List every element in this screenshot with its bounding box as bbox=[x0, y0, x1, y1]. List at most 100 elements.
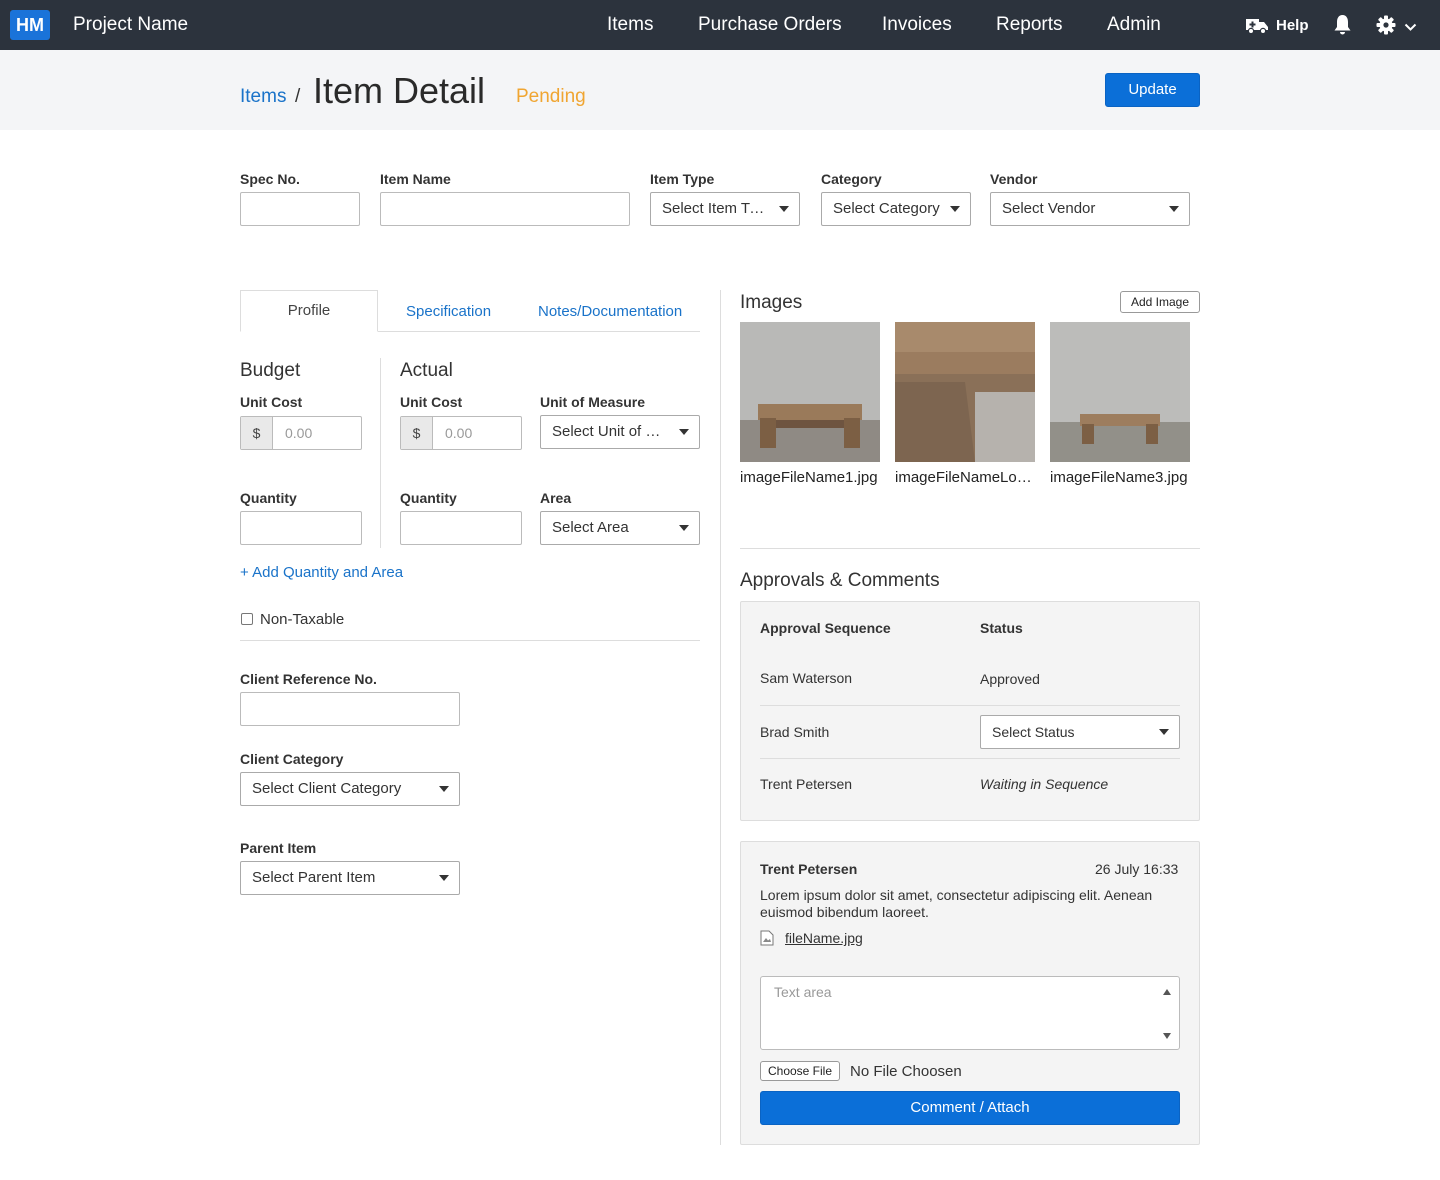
client-reference-label: Client Reference No. bbox=[240, 671, 377, 687]
non-taxable-checkbox[interactable] bbox=[241, 613, 253, 625]
client-reference-input[interactable] bbox=[240, 692, 460, 726]
approval-status-select[interactable]: Select Status bbox=[980, 715, 1180, 749]
item-name-input[interactable] bbox=[380, 192, 630, 226]
caret-down-icon bbox=[1159, 729, 1169, 735]
caret-down-icon bbox=[950, 206, 960, 212]
image-filename: imageFileName3.jpg bbox=[1050, 469, 1188, 486]
non-taxable-label: Non-Taxable bbox=[260, 611, 345, 628]
caret-down-icon bbox=[1169, 206, 1179, 212]
add-image-button[interactable]: Add Image bbox=[1120, 291, 1200, 313]
gear-icon[interactable] bbox=[1376, 15, 1396, 38]
parent-item-value: Select Parent Item bbox=[252, 869, 376, 886]
caret-down-icon bbox=[439, 875, 449, 881]
image-thumbnail[interactable] bbox=[740, 322, 880, 462]
nav-item-purchase-orders[interactable]: Purchase Orders bbox=[698, 14, 842, 36]
unit-of-measure-value: Select Unit of Me... bbox=[552, 423, 679, 440]
actual-heading: Actual bbox=[400, 360, 453, 381]
image-filename: imageFileNameLon... bbox=[895, 469, 1035, 486]
area-value: Select Area bbox=[552, 519, 629, 536]
image-filename: imageFileName1.jpg bbox=[740, 469, 878, 486]
item-name-label: Item Name bbox=[380, 171, 451, 187]
nav-item-reports[interactable]: Reports bbox=[996, 14, 1063, 36]
nav-item-items[interactable]: Items bbox=[607, 14, 653, 36]
approver-name: Trent Petersen bbox=[760, 776, 853, 792]
ambulance-icon[interactable] bbox=[1245, 15, 1269, 38]
client-category-select[interactable]: Select Client Category bbox=[240, 772, 460, 806]
unit-of-measure-label: Unit of Measure bbox=[540, 394, 646, 410]
actual-unit-cost-input[interactable]: $ 0.00 bbox=[400, 416, 522, 450]
breadcrumb-items[interactable]: Items bbox=[240, 86, 286, 108]
comment-textarea[interactable]: Text area bbox=[760, 976, 1180, 1050]
column-divider bbox=[720, 290, 721, 1145]
tab-specification[interactable]: Specification bbox=[406, 303, 491, 320]
spec-no-label: Spec No. bbox=[240, 171, 300, 187]
textarea-placeholder: Text area bbox=[774, 984, 832, 1000]
approver-name: Sam Waterson bbox=[760, 670, 853, 686]
images-heading: Images bbox=[740, 292, 803, 313]
nav-item-admin[interactable]: Admin bbox=[1107, 14, 1161, 36]
attachment-link[interactable]: fileName.jpg bbox=[785, 930, 863, 946]
approval-status: Approved bbox=[980, 671, 1040, 687]
scroll-down-icon[interactable] bbox=[1163, 1033, 1171, 1039]
caret-down-icon bbox=[679, 429, 689, 435]
budget-unit-cost-input[interactable]: $ 0.00 bbox=[240, 416, 362, 450]
approval-sequence-header: Approval Sequence bbox=[760, 620, 891, 636]
actual-quantity-input[interactable] bbox=[400, 511, 522, 545]
top-navigation-bar: HM Project Name Items Purchase Orders In… bbox=[0, 0, 1440, 50]
nav-item-invoices[interactable]: Invoices bbox=[882, 14, 952, 36]
add-quantity-area-link[interactable]: + Add Quantity and Area bbox=[240, 564, 403, 581]
image-file-icon bbox=[760, 930, 774, 949]
unit-of-measure-select[interactable]: Select Unit of Me... bbox=[540, 415, 700, 449]
budget-heading: Budget bbox=[240, 360, 301, 381]
chevron-down-icon[interactable] bbox=[1404, 19, 1417, 35]
approval-status: Waiting in Sequence bbox=[980, 776, 1109, 792]
vendor-value: Select Vendor bbox=[1002, 200, 1096, 217]
page-title: Item Detail bbox=[313, 70, 486, 111]
comment-timestamp: 26 July 16:33 bbox=[1095, 861, 1179, 877]
client-category-label: Client Category bbox=[240, 751, 344, 767]
caret-down-icon bbox=[779, 206, 789, 212]
category-value: Select Category bbox=[833, 200, 940, 217]
budget-quantity-label: Quantity bbox=[240, 490, 297, 506]
vendor-select[interactable]: Select Vendor bbox=[990, 192, 1190, 226]
status-badge: Pending bbox=[516, 86, 586, 107]
row-divider bbox=[760, 758, 1180, 759]
approval-status-value: Select Status bbox=[992, 724, 1075, 740]
caret-down-icon bbox=[439, 786, 449, 792]
item-type-value: Select Item Type bbox=[662, 200, 774, 217]
budget-unit-cost-label: Unit Cost bbox=[240, 394, 303, 410]
app-logo[interactable]: HM bbox=[10, 10, 50, 40]
parent-item-label: Parent Item bbox=[240, 840, 317, 856]
item-type-label: Item Type bbox=[650, 171, 715, 187]
help-link[interactable]: Help bbox=[1276, 17, 1309, 34]
tab-profile[interactable]: Profile bbox=[240, 290, 378, 332]
comment-author: Trent Petersen bbox=[760, 861, 858, 877]
page-header bbox=[0, 50, 1440, 130]
spec-no-input[interactable] bbox=[240, 192, 360, 226]
approval-status-header: Status bbox=[980, 620, 1023, 636]
item-type-select[interactable]: Select Item Type bbox=[650, 192, 800, 226]
image-thumbnail[interactable] bbox=[1050, 322, 1190, 462]
client-category-value: Select Client Category bbox=[252, 780, 402, 797]
comment-body: Lorem ipsum dolor sit amet, consectetur … bbox=[760, 887, 1153, 920]
budget-quantity-input[interactable] bbox=[240, 511, 362, 545]
budget-actual-divider bbox=[380, 358, 381, 548]
update-button[interactable]: Update bbox=[1105, 73, 1200, 107]
actual-unit-cost-placeholder: 0.00 bbox=[445, 425, 473, 441]
comment-attach-button[interactable]: Comment / Attach bbox=[760, 1091, 1180, 1125]
images-divider bbox=[740, 548, 1200, 549]
area-label: Area bbox=[540, 490, 572, 506]
area-select[interactable]: Select Area bbox=[540, 511, 700, 545]
scroll-up-icon[interactable] bbox=[1163, 989, 1171, 995]
category-label: Category bbox=[821, 171, 882, 187]
currency-addon: $ bbox=[241, 417, 273, 449]
project-name[interactable]: Project Name bbox=[73, 14, 188, 36]
bell-icon[interactable] bbox=[1333, 14, 1352, 39]
tab-notes-documentation[interactable]: Notes/Documentation bbox=[538, 303, 682, 320]
choose-file-button[interactable]: Choose File bbox=[760, 1061, 840, 1081]
image-thumbnail[interactable] bbox=[895, 322, 1035, 462]
category-select[interactable]: Select Category bbox=[821, 192, 971, 226]
approvals-heading: Approvals & Comments bbox=[740, 570, 940, 591]
parent-item-select[interactable]: Select Parent Item bbox=[240, 861, 460, 895]
caret-down-icon bbox=[679, 525, 689, 531]
